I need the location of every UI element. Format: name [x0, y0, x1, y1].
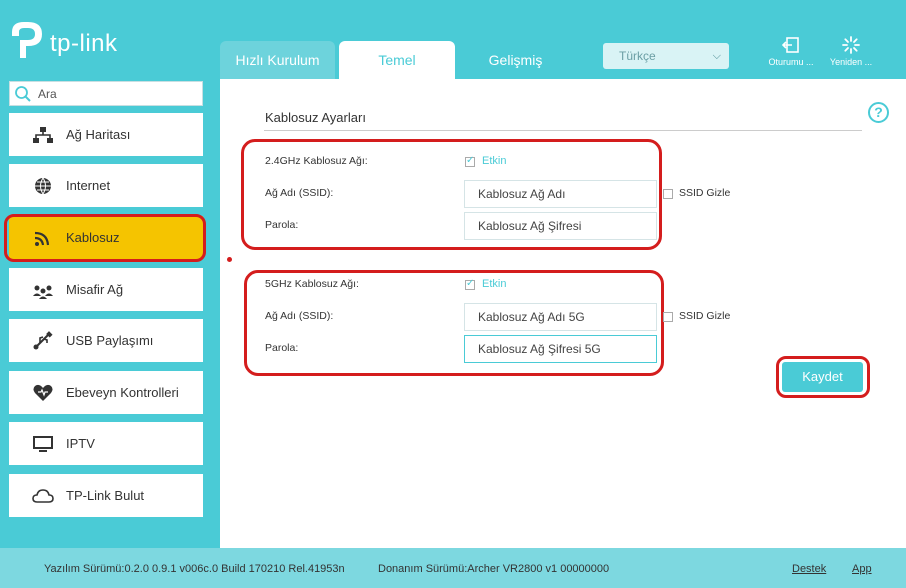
band5-hide-ssid-checkbox[interactable]: [663, 312, 673, 322]
annotation-dot: [227, 257, 232, 262]
tp-link-logo-icon: [12, 22, 42, 58]
band5-enable-label: Etkin: [482, 278, 507, 290]
page-title: Kablosuz Ayarları: [265, 110, 366, 125]
sidebar-item-label: Ağ Haritası: [66, 127, 131, 142]
footer: Yazılım Sürümü:0.2.0 0.9.1 v006c.0 Build…: [0, 548, 906, 588]
band24-password-field[interactable]: Kablosuz Ağ Şifresi: [464, 212, 657, 240]
network-map-icon: [33, 127, 53, 143]
search-icon: [15, 86, 31, 102]
sidebar-item-parental-controls[interactable]: Ebeveyn Kontrolleri: [9, 371, 203, 414]
sidebar-item-internet[interactable]: Internet: [9, 164, 203, 207]
hardware-version: Donanım Sürümü:Archer VR2800 v1 00000000: [378, 563, 610, 575]
band24-hide-ssid-checkbox[interactable]: [663, 189, 673, 199]
sidebar-item-guest-network[interactable]: Misafir Ağ: [9, 268, 203, 311]
logout-label: Oturumu ...: [768, 57, 814, 67]
wireless-annotation-highlight: [4, 214, 206, 262]
cloud-icon: [32, 489, 54, 503]
sidebar-item-tp-link-cloud[interactable]: TP-Link Bulut: [9, 474, 203, 517]
guest-users-icon: [33, 285, 53, 299]
band24-ssid-label: Ağ Adı (SSID):: [265, 187, 334, 199]
usb-icon: [33, 331, 53, 350]
globe-icon: [35, 177, 51, 195]
band24-ssid-field[interactable]: Kablosuz Ağ Adı: [464, 180, 657, 208]
sidebar-item-iptv[interactable]: IPTV: [9, 422, 203, 465]
help-button[interactable]: ?: [868, 102, 889, 123]
sidebar-item-label: Misafir Ağ: [66, 282, 124, 297]
tab-advanced[interactable]: Gelişmiş: [458, 41, 573, 79]
sidebar-item-label: Ebeveyn Kontrolleri: [66, 385, 179, 400]
logout-button[interactable]: Oturumu ...: [760, 36, 822, 67]
band24-password-label: Parola:: [265, 219, 299, 231]
search-box: [9, 81, 203, 106]
band24-hide-ssid-label: SSID Gizle: [679, 187, 731, 199]
band5-ssid-field[interactable]: Kablosuz Ağ Adı 5G: [464, 303, 657, 331]
band5-password-field[interactable]: Kablosuz Ağ Şifresi 5G: [464, 335, 657, 363]
band5-password-label: Parola:: [265, 342, 299, 354]
software-version: Yazılım Sürümü:0.2.0 0.9.1 v006c.0 Build…: [44, 563, 345, 575]
band5-label: 5GHz Kablosuz Ağı:: [265, 278, 359, 290]
reboot-label: Yeniden ...: [829, 57, 873, 67]
tab-basic[interactable]: Temel: [339, 41, 455, 79]
reboot-button[interactable]: Yeniden ...: [820, 36, 882, 67]
support-link[interactable]: Destek: [792, 563, 826, 575]
band5-ssid-label: Ağ Adı (SSID):: [265, 310, 334, 322]
band5-hide-ssid-label: SSID Gizle: [679, 310, 731, 322]
search-input[interactable]: [38, 85, 198, 103]
language-select[interactable]: Türkçe ⌵: [603, 43, 729, 69]
sidebar-item-label: USB Paylaşımı: [66, 333, 154, 348]
sidebar-item-label: Internet: [66, 178, 111, 193]
band24-enable-label: Etkin: [482, 155, 507, 167]
sidebar-item-label: TP-Link Bulut: [66, 488, 145, 503]
title-divider: [264, 130, 862, 131]
heart-icon: [33, 384, 53, 401]
monitor-icon: [33, 436, 53, 452]
logout-icon: [782, 37, 799, 53]
chevron-down-icon: ⌵: [712, 50, 721, 62]
sidebar-item-network-map[interactable]: Ağ Haritası: [9, 113, 203, 156]
logo-text: tp-link: [50, 30, 118, 57]
tab-quick-setup[interactable]: Hızlı Kurulum: [220, 41, 335, 79]
app-link[interactable]: App: [852, 563, 872, 575]
tp-link-logo: tp-link: [8, 18, 133, 64]
sidebar-item-usb-sharing[interactable]: USB Paylaşımı: [9, 319, 203, 362]
sidebar-item-label: IPTV: [66, 436, 95, 451]
save-button[interactable]: Kaydet: [782, 362, 863, 392]
band24-enable-checkbox[interactable]: [465, 155, 475, 167]
band24-label: 2.4GHz Kablosuz Ağı:: [265, 155, 368, 167]
language-selected: Türkçe: [619, 49, 656, 63]
band5-enable-checkbox[interactable]: [465, 278, 475, 290]
reboot-icon: [842, 36, 860, 54]
